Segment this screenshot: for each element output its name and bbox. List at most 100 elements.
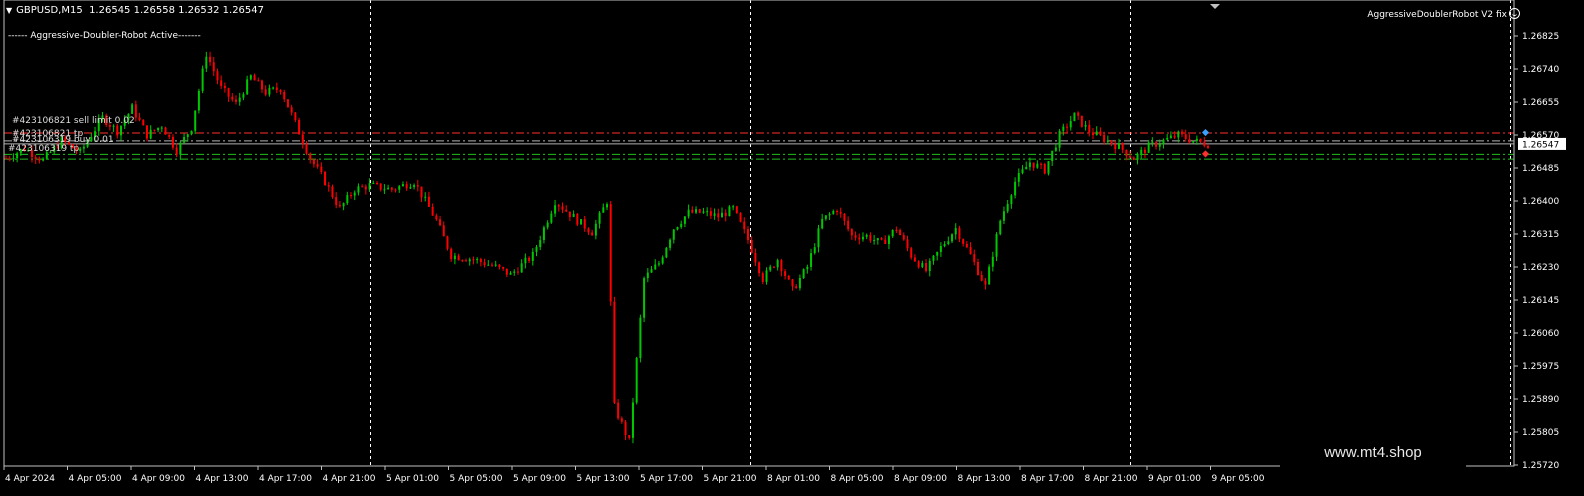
candle-body bbox=[947, 241, 950, 245]
candle-body bbox=[958, 228, 961, 240]
current-price-tag-label: 1.26547 bbox=[1522, 140, 1559, 150]
candle-body bbox=[1151, 142, 1154, 144]
candle-body bbox=[79, 148, 82, 151]
candle-body bbox=[546, 222, 549, 228]
candle-body bbox=[498, 264, 501, 267]
candle-body bbox=[257, 80, 260, 82]
candle-body bbox=[394, 189, 397, 191]
candle-body bbox=[453, 255, 456, 260]
x-axis-tick-label: 9 Apr 05:00 bbox=[1212, 474, 1265, 484]
candle-body bbox=[1177, 131, 1180, 138]
x-axis-tick-label: 5 Apr 17:00 bbox=[640, 474, 693, 484]
candle-body bbox=[1162, 139, 1165, 145]
candle-body bbox=[991, 256, 994, 267]
candle-body bbox=[283, 91, 286, 100]
candle-body bbox=[1062, 126, 1065, 131]
candle-body bbox=[1002, 211, 1005, 221]
candle-body bbox=[721, 212, 724, 218]
candle-body bbox=[784, 271, 787, 276]
candle-body bbox=[635, 357, 638, 403]
smiley-icon[interactable] bbox=[1509, 8, 1520, 19]
y-axis-tick-label: 1.26145 bbox=[1522, 296, 1559, 306]
candle-body bbox=[131, 104, 134, 114]
candle-body bbox=[246, 79, 249, 95]
expert-advisor-name: AggressiveDoublerRobot V2 fix bbox=[1367, 10, 1507, 20]
candle-body bbox=[120, 125, 123, 136]
candle-body bbox=[216, 71, 219, 81]
x-axis-tick-label: 5 Apr 01:00 bbox=[386, 474, 439, 484]
candle-body bbox=[739, 212, 742, 222]
candle-body bbox=[227, 88, 230, 97]
order-marker-icon[interactable] bbox=[1201, 129, 1210, 137]
candle-body bbox=[602, 207, 605, 213]
candle-body bbox=[1207, 145, 1209, 149]
candle-body bbox=[416, 185, 419, 187]
candle-body bbox=[324, 171, 327, 186]
candle-body bbox=[272, 87, 275, 89]
candle-body bbox=[157, 127, 160, 131]
candle-body bbox=[654, 264, 657, 270]
chart-shift-marker-icon[interactable] bbox=[1210, 4, 1220, 9]
candle-body bbox=[298, 119, 301, 135]
candle-body bbox=[528, 257, 531, 261]
candle-body bbox=[754, 252, 757, 263]
candle-body bbox=[951, 234, 954, 242]
expert-advisor-label[interactable]: AggressiveDoublerRobot V2 fix bbox=[1367, 8, 1520, 20]
candle-body bbox=[791, 279, 794, 287]
candle-body bbox=[375, 183, 378, 185]
x-axis-tick-label: 4 Apr 05:00 bbox=[69, 474, 122, 484]
candle-body bbox=[309, 153, 312, 160]
x-axis-tick-label: 4 Apr 2024 bbox=[5, 474, 55, 484]
candle-body bbox=[672, 229, 675, 240]
y-axis-tick-label: 1.26825 bbox=[1522, 32, 1559, 42]
candle-body bbox=[676, 227, 679, 230]
candle-body bbox=[925, 263, 928, 272]
candle-body bbox=[350, 195, 353, 197]
candle-body bbox=[709, 211, 712, 216]
candle-body bbox=[494, 264, 497, 266]
y-axis-tick-label: 1.26485 bbox=[1522, 164, 1559, 174]
x-axis-tick-label: 9 Apr 01:00 bbox=[1148, 474, 1201, 484]
candle-body bbox=[505, 268, 508, 275]
candle-body bbox=[639, 317, 642, 358]
candle-body bbox=[554, 205, 557, 214]
candle-body bbox=[876, 238, 879, 241]
candle-body bbox=[487, 264, 490, 266]
candle-body bbox=[409, 187, 412, 189]
candle-body bbox=[1143, 149, 1146, 153]
candle-body bbox=[235, 99, 238, 102]
price-chart[interactable]: 1.268251.267401.266551.265701.264851.264… bbox=[0, 0, 1584, 496]
candle-body bbox=[976, 262, 979, 275]
candle-body bbox=[1080, 115, 1083, 127]
candle-body bbox=[301, 134, 304, 145]
candle-body bbox=[205, 56, 208, 69]
candle-body bbox=[361, 186, 364, 188]
candle-body bbox=[1117, 143, 1120, 149]
candle-body bbox=[387, 187, 390, 190]
candle-body bbox=[765, 270, 768, 282]
candle-body bbox=[1195, 138, 1198, 141]
symbol-label: GBPUSD,M15 bbox=[16, 5, 83, 16]
candle-body bbox=[1103, 134, 1106, 142]
candle-body bbox=[1203, 141, 1206, 146]
candle-body bbox=[242, 94, 245, 98]
candle-body bbox=[342, 203, 345, 207]
candle-body bbox=[1125, 149, 1128, 156]
candle-body bbox=[1058, 130, 1061, 148]
x-axis-tick-label: 4 Apr 13:00 bbox=[196, 474, 249, 484]
candle-body bbox=[576, 214, 579, 225]
order-marker-icon[interactable] bbox=[1201, 150, 1210, 158]
dropdown-arrow-icon[interactable]: ▼ bbox=[6, 6, 12, 15]
candle-body bbox=[439, 219, 442, 226]
candle-body bbox=[1066, 126, 1069, 128]
candle-body bbox=[316, 164, 319, 167]
x-axis-tick-label: 8 Apr 21:00 bbox=[1085, 474, 1138, 484]
candle-body bbox=[420, 186, 423, 198]
candle-body bbox=[609, 204, 612, 302]
candle-body bbox=[424, 196, 427, 198]
candle-body bbox=[353, 192, 356, 196]
candle-body bbox=[713, 213, 716, 216]
candle-body bbox=[1006, 204, 1009, 212]
candle-body bbox=[817, 228, 820, 248]
candle-body bbox=[728, 206, 731, 217]
